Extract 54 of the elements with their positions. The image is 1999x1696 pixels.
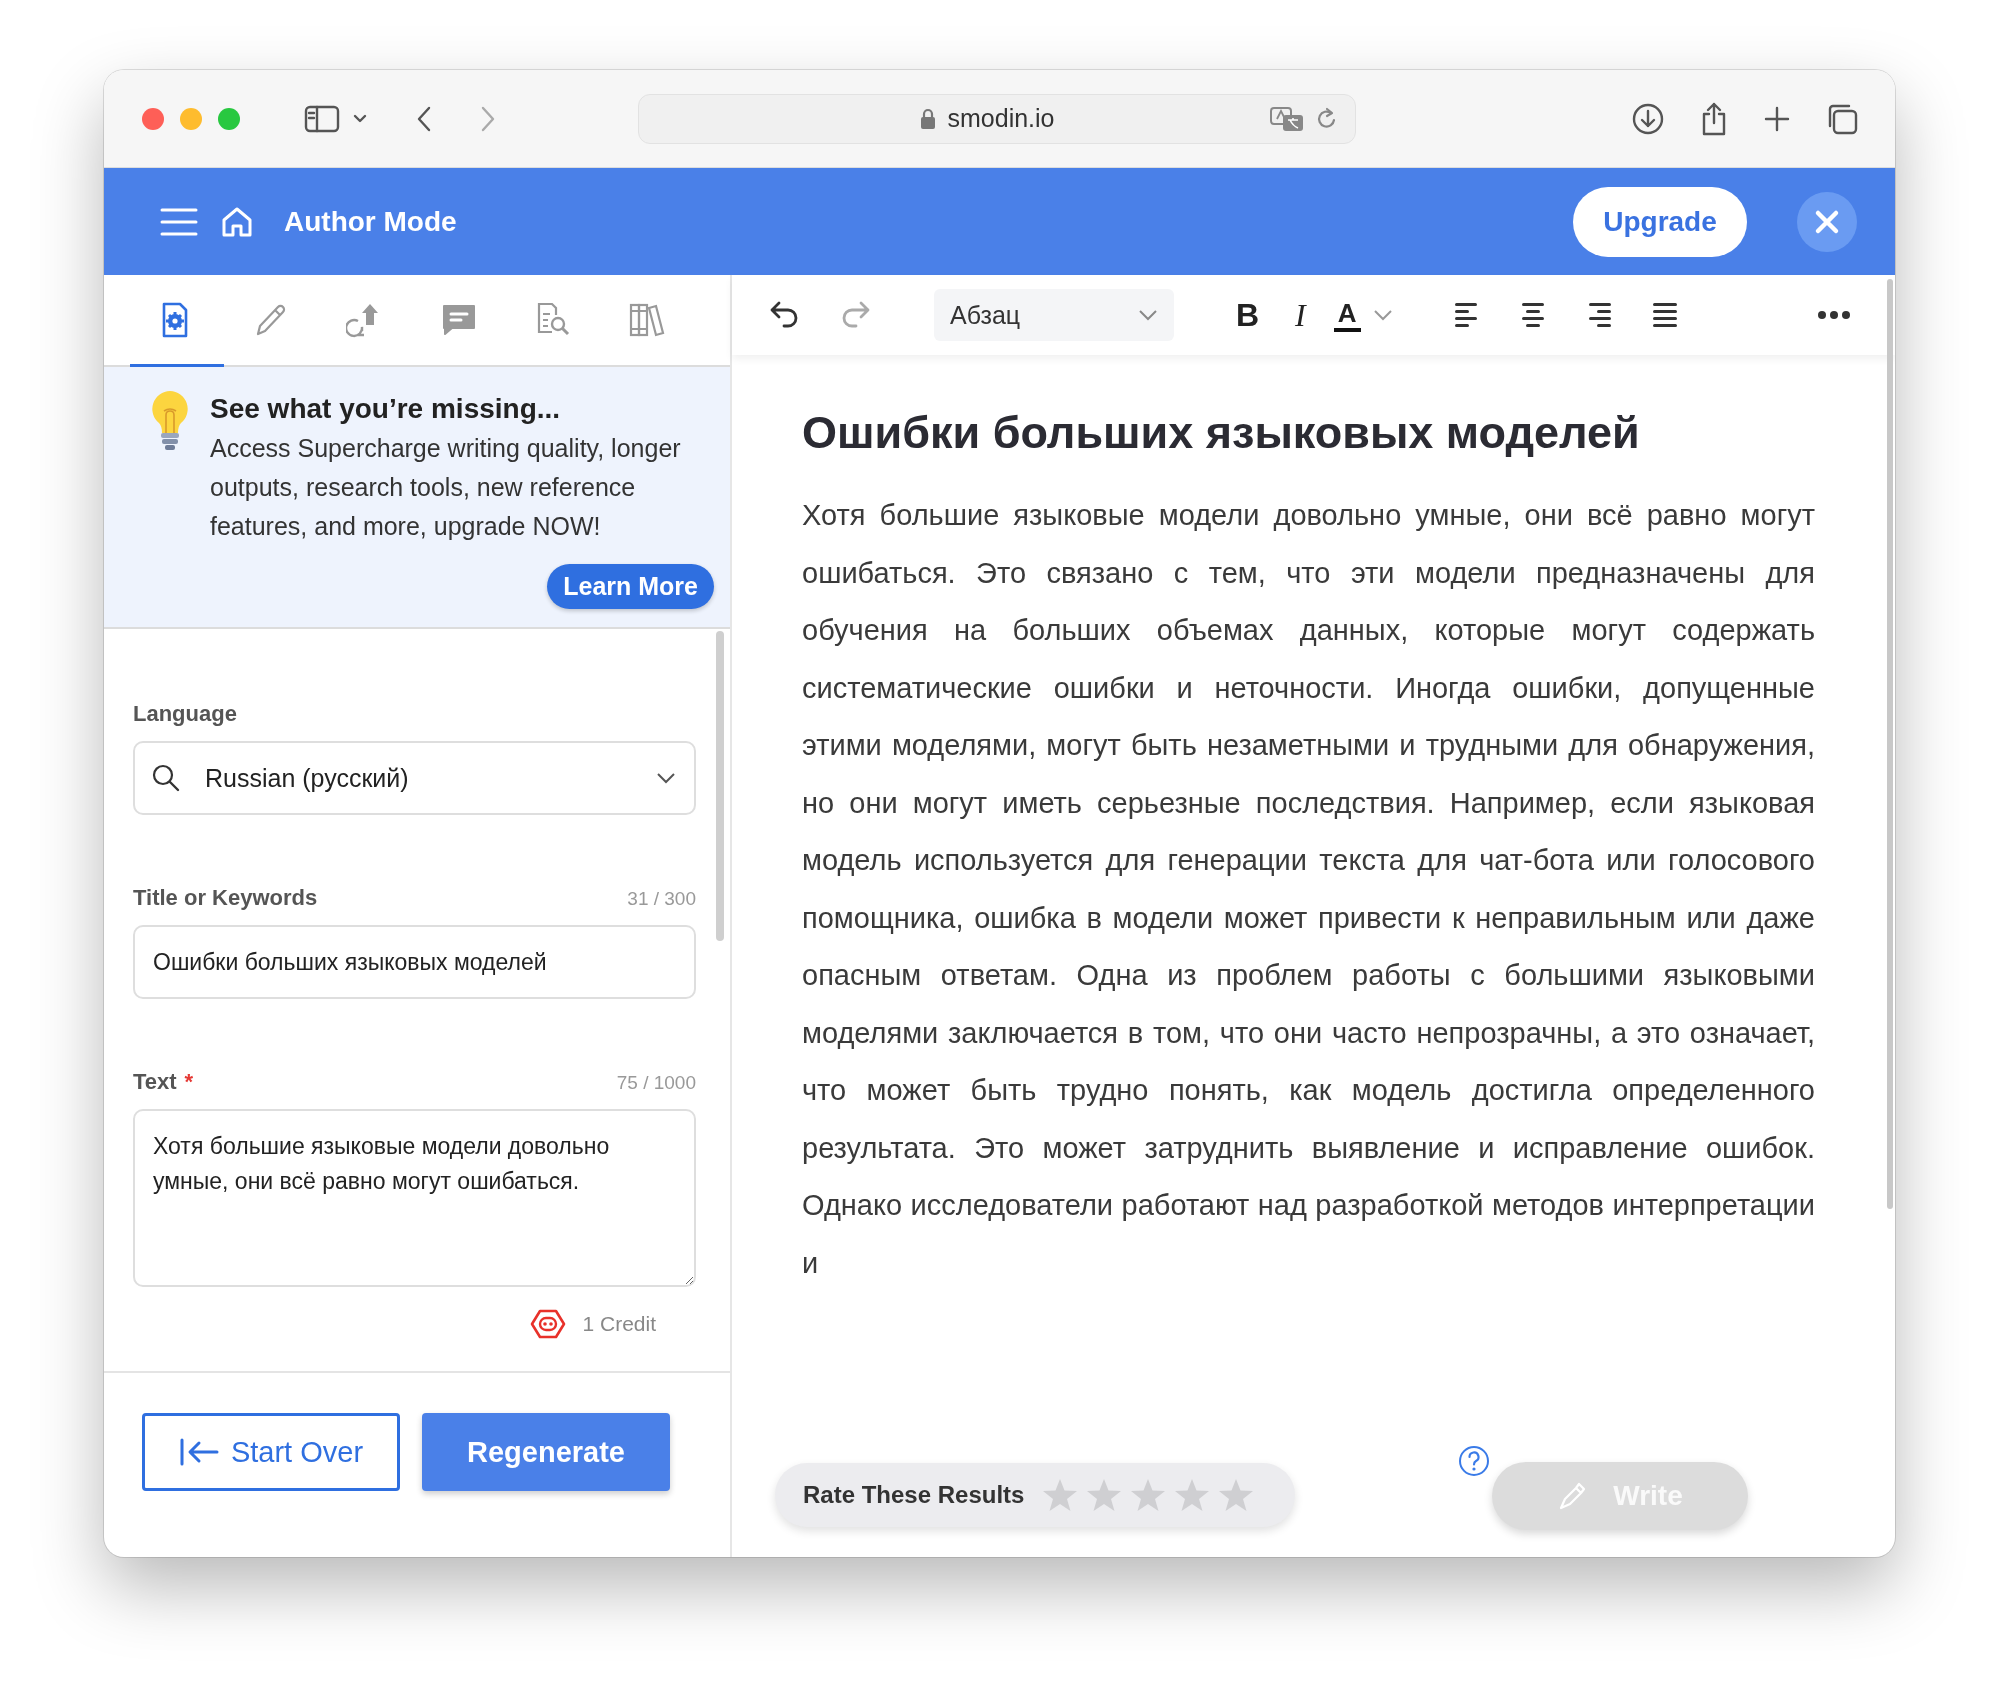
promo-text: Access Supercharge writing quality, longer outputs, research tools, new reference features, and more, upgrade NOW! — [210, 433, 682, 542]
text-area[interactable]: Хотя большие языковые модели довольно умные, они всё равно могут ошибаться. — [133, 1109, 696, 1287]
back-to-start-icon — [178, 1437, 221, 1467]
plus-icon[interactable] — [1763, 104, 1791, 133]
title-input[interactable]: Ошибки больших языковых моделей — [133, 925, 696, 999]
italic-button[interactable]: I — [1287, 296, 1314, 334]
zoom-window-button[interactable] — [218, 107, 240, 130]
character-counter: 75 / 1000 — [616, 1072, 696, 1094]
chevron-down-icon[interactable] — [1372, 309, 1393, 321]
chevron-down-icon — [656, 772, 676, 784]
star-icon[interactable] — [1042, 1478, 1079, 1512]
sidebar-icon[interactable] — [304, 103, 340, 134]
character-counter: 31 / 300 — [627, 888, 696, 910]
scrollbar-thumb[interactable] — [716, 631, 724, 941]
paragraph-format-dropdown[interactable]: Абзац — [934, 289, 1174, 341]
required-mark: * — [184, 1069, 194, 1094]
field-label: Title or Keywords — [133, 885, 318, 910]
app-title: Author Mode — [284, 205, 457, 238]
scrollbar-thumb[interactable] — [1887, 279, 1893, 1209]
promo-title: See what you’re missing... — [210, 393, 562, 425]
star-icon[interactable] — [1218, 1478, 1255, 1512]
close-window-button[interactable] — [142, 107, 164, 130]
bold-button[interactable]: B — [1228, 296, 1268, 334]
pen-icon — [1557, 1481, 1588, 1511]
menu-icon[interactable] — [160, 206, 198, 237]
upgrade-button[interactable]: Upgrade — [1573, 186, 1747, 257]
address-bar[interactable]: smodin.io — [638, 93, 1356, 144]
credit-icon — [530, 1309, 567, 1339]
learn-more-button[interactable]: Learn More — [547, 564, 714, 609]
chevron-down-icon — [1138, 309, 1158, 321]
chevron-down-icon[interactable] — [352, 112, 368, 125]
lightbulb-icon — [150, 389, 190, 453]
field-label: Text — [133, 1069, 177, 1094]
star-icon[interactable] — [1130, 1478, 1167, 1512]
regenerate-button[interactable]: Regenerate — [422, 1413, 670, 1491]
download-icon[interactable] — [1631, 101, 1665, 136]
credit-cost: 1 Credit — [582, 1312, 656, 1336]
search-icon — [151, 763, 181, 793]
url-text: smodin.io — [947, 104, 1055, 133]
document-heading: Ошибки больших языковых моделей — [802, 407, 1641, 459]
star-icon[interactable] — [1086, 1478, 1123, 1512]
text-color-button[interactable]: A — [1333, 298, 1361, 332]
start-over-button[interactable]: Start Over — [142, 1413, 400, 1491]
field-label: Language — [133, 701, 238, 727]
language-dropdown[interactable]: Russian (русский) — [133, 741, 696, 815]
lock-icon — [919, 107, 936, 130]
more-icon[interactable] — [1817, 310, 1851, 320]
help-icon[interactable] — [1458, 1445, 1490, 1477]
minimize-window-button[interactable] — [180, 107, 202, 130]
close-icon — [1814, 208, 1840, 235]
document-paragraph: Хотя большие языковые модели довольно умные, они всё равно могут ошибаться. Это связано с тем, что эти модели предназначены для обучения на больших объемах данных, которые могут содержать систематические ошибки и неточности. Иногда ошибки, допущенные этими моделями, могут быть незаметными и трудными для обнаружения, но они могут иметь серьезные последствия. Например, если языковая модель используется для генерации текста для чат-бота или голосового помощника, ошибка в модели может привести к неправильным или даже опасным ответам. Одна из проблем работы с большими языковыми моделями заключается в том, что они часто непрозрачны, а это означает, что может быть трудно понять, как модель достигла определенного результата. Это может затруднить выявление и исправление ошибок. Однако исследователи работают над разработкой методов интерпретации и — [802, 498, 1815, 1281]
star-icon[interactable] — [1174, 1478, 1211, 1512]
rating-label: Rate These Results — [803, 1481, 1025, 1509]
translate-icon[interactable] — [1269, 104, 1305, 133]
